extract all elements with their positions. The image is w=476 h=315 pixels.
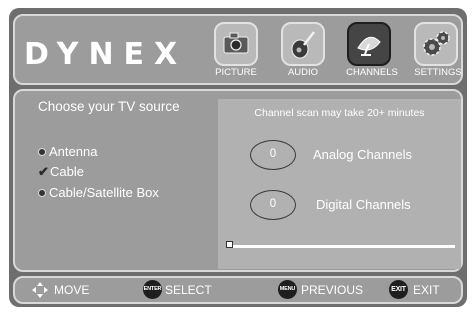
digital-count: 0 [250, 190, 296, 220]
option-label: Cable/Satellite Box [49, 185, 159, 200]
brand-logo: DYNEX [24, 37, 188, 72]
option-cable[interactable]: ✔Cable [38, 163, 84, 180]
tab-audio[interactable] [281, 22, 325, 66]
radio-bullet-icon [38, 147, 46, 156]
option-antenna[interactable]: Antenna [38, 143, 97, 160]
scan-note: Channel scan may take 20+ minutes [254, 107, 425, 119]
camera-icon [223, 32, 249, 54]
exit-button-icon: EXIT [389, 280, 408, 299]
analog-label: Analog Channels [313, 147, 413, 162]
footer-move: MOVE [54, 283, 90, 297]
footer-exit: EXIT [413, 283, 440, 297]
option-label: Cable [50, 164, 84, 179]
arrows-icon [32, 282, 48, 298]
tab-settings-label: SETTINGS [414, 67, 462, 78]
guitar-icon [291, 31, 315, 59]
enter-button-icon: ENTER [143, 280, 162, 299]
radio-bullet-icon [38, 188, 46, 197]
footer-select: SELECT [165, 283, 212, 297]
checkmark-icon: ✔ [38, 164, 49, 179]
analog-count: 0 [250, 140, 296, 170]
option-label: Antenna [49, 144, 98, 159]
tab-picture-label: PICTURE [215, 67, 257, 78]
tab-channels-label: CHANNELS [346, 67, 398, 78]
scan-panel: Channel scan may take 20+ minutes 0 Anal… [218, 99, 461, 269]
menu-button-icon: MENU [278, 280, 297, 299]
tab-audio-label: AUDIO [287, 67, 319, 78]
tab-settings[interactable] [414, 22, 458, 66]
tab-channels[interactable] [347, 22, 391, 66]
footer-previous: PREVIOUS [301, 283, 364, 297]
source-title: Choose your TV source [38, 99, 180, 114]
option-cable-satellite-box[interactable]: Cable/Satellite Box [38, 184, 159, 201]
scan-progress-bar [229, 245, 455, 248]
gears-icon [423, 31, 450, 56]
digital-label: Digital Channels [316, 197, 411, 212]
scan-progress-marker [226, 241, 233, 248]
satellite-dish-icon [357, 36, 381, 56]
tab-picture[interactable] [214, 22, 258, 66]
